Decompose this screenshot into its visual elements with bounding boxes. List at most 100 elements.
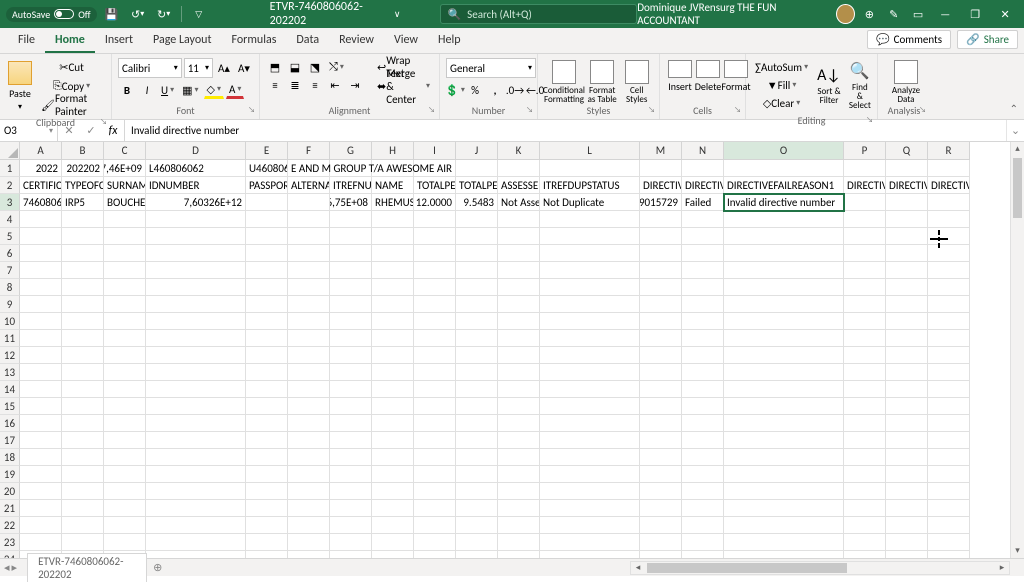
underline-button[interactable]: U [158,81,177,99]
cell[interactable] [104,330,146,347]
cell[interactable] [20,313,62,330]
cell[interactable] [640,262,682,279]
cell[interactable] [330,415,372,432]
file-name[interactable]: ETVR-7460806062-202202∨ [270,0,401,28]
cell[interactable] [540,313,640,330]
cell[interactable] [928,432,970,449]
cell[interactable] [724,330,844,347]
cell[interactable] [20,330,62,347]
cell[interactable] [844,262,886,279]
cell[interactable] [20,483,62,500]
increase-decimal-icon[interactable]: .0→ [506,81,524,99]
cell[interactable] [682,262,724,279]
cell[interactable] [540,415,640,432]
cell[interactable] [498,262,540,279]
cell[interactable] [540,398,640,415]
cell[interactable] [456,517,498,534]
cell[interactable] [724,449,844,466]
cell[interactable] [682,551,724,558]
cell[interactable] [330,500,372,517]
format-as-table-button[interactable]: Format as Table [584,58,620,106]
cell[interactable] [456,381,498,398]
cell[interactable] [146,449,246,466]
collapse-ribbon-icon[interactable]: ⌃ [1010,102,1018,115]
col-header[interactable]: P [844,142,886,160]
share-button[interactable]: 🔗 Share [957,30,1018,49]
expand-formula-bar-icon[interactable]: ⌄ [1006,120,1024,141]
cell[interactable] [724,517,844,534]
cell[interactable]: 2022 [20,160,62,177]
cell[interactable] [682,415,724,432]
cell[interactable] [330,330,372,347]
cell[interactable]: PASSPORT [246,177,288,194]
cell[interactable] [330,262,372,279]
row-header[interactable]: 8 [0,279,20,296]
cell[interactable] [456,500,498,517]
cell[interactable] [62,398,104,415]
tab-view[interactable]: View [384,29,428,53]
cell[interactable] [104,415,146,432]
cell[interactable] [844,245,886,262]
cell[interactable] [886,517,928,534]
format-painter-button[interactable]: 🖌 Format Painter [38,96,105,114]
cell[interactable]: 7,46E+09 [104,160,146,177]
cell[interactable] [498,347,540,364]
sheet-nav-next-icon[interactable]: ▸ [12,561,18,574]
cell[interactable] [414,347,456,364]
cell[interactable] [372,262,414,279]
cell[interactable] [246,483,288,500]
cell[interactable] [104,364,146,381]
cell[interactable] [146,279,246,296]
select-all-corner[interactable] [0,142,20,160]
cell[interactable] [104,211,146,228]
cell[interactable] [246,415,288,432]
cell[interactable] [498,466,540,483]
cell[interactable] [640,517,682,534]
cell[interactable] [62,483,104,500]
cell[interactable] [886,194,928,211]
cell[interactable] [682,279,724,296]
cell[interactable] [104,466,146,483]
cell[interactable] [372,228,414,245]
cell[interactable] [844,279,886,296]
cell[interactable] [928,517,970,534]
cell[interactable] [928,415,970,432]
cell[interactable] [20,449,62,466]
cell[interactable] [330,296,372,313]
cell[interactable] [724,398,844,415]
cell[interactable] [288,347,330,364]
cell[interactable] [844,194,886,211]
cell[interactable] [146,466,246,483]
cell[interactable] [640,432,682,449]
cell[interactable] [724,313,844,330]
insert-cells-button[interactable]: Insert [666,58,694,95]
cell[interactable] [20,432,62,449]
align-center-icon[interactable]: ≣ [286,76,304,94]
cell[interactable] [62,330,104,347]
col-header[interactable]: B [62,142,104,160]
cell[interactable] [104,534,146,551]
cell[interactable]: NAME [372,177,414,194]
cell[interactable] [62,466,104,483]
cell[interactable] [682,500,724,517]
user-name[interactable]: Dominique JVRensurg THE FUN ACCOUNTANT [637,1,826,27]
cell[interactable] [414,245,456,262]
cell[interactable] [104,517,146,534]
cell[interactable] [330,364,372,381]
cell[interactable] [330,466,372,483]
cell[interactable]: DIRECTIVE DI [928,177,970,194]
font-name-select[interactable]: Calibri▾ [118,58,182,78]
cell[interactable] [414,483,456,500]
col-header[interactable]: N [682,142,724,160]
tab-home[interactable]: Home [45,29,95,53]
cell[interactable] [456,449,498,466]
cell[interactable] [146,245,246,262]
cell[interactable] [456,245,498,262]
cell[interactable]: ASSESSEDS [498,177,540,194]
row-header[interactable]: 17 [0,432,20,449]
cell[interactable] [844,364,886,381]
cell[interactable] [62,313,104,330]
cell[interactable] [724,483,844,500]
cell[interactable] [372,296,414,313]
cell[interactable] [372,330,414,347]
